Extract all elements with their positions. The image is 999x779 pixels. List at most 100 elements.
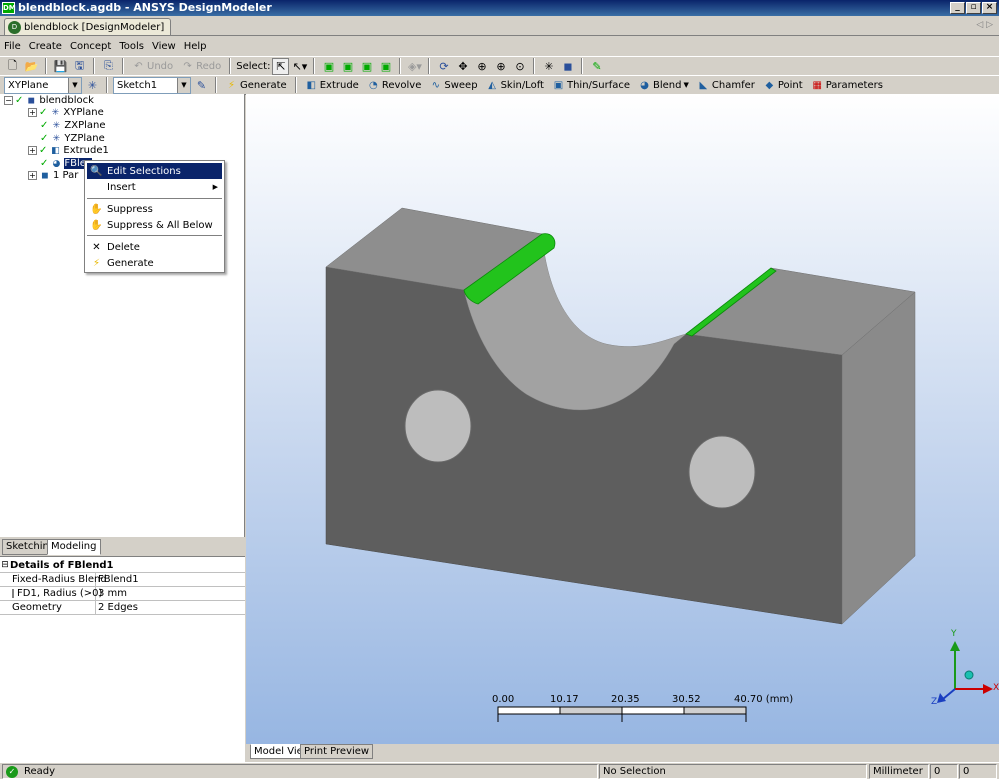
thin-surface-icon: ▣ bbox=[553, 79, 564, 91]
hand-icon: ✋ bbox=[90, 219, 103, 231]
pan-icon[interactable]: ✥ bbox=[454, 58, 471, 75]
parameters-label: Parameters bbox=[825, 79, 883, 91]
status-text: Ready bbox=[24, 766, 56, 777]
details-key: Geometry bbox=[0, 601, 96, 614]
body-filter-icon[interactable]: ▣ bbox=[377, 58, 394, 75]
export-icon[interactable]: ⎘ bbox=[100, 58, 117, 75]
menu-file[interactable]: File bbox=[4, 41, 21, 52]
menu-tools[interactable]: Tools bbox=[119, 41, 144, 52]
extend-selection-icon[interactable]: ◈▾ bbox=[406, 58, 423, 75]
check-icon: ✓ bbox=[39, 145, 48, 156]
point-button[interactable]: ◆ Point bbox=[760, 77, 806, 94]
expand-icon[interactable]: + bbox=[28, 146, 37, 155]
zoom-icon[interactable]: ⊕ bbox=[473, 58, 490, 75]
document-tab[interactable]: D blendblock [DesignModeler] bbox=[4, 18, 172, 35]
menu-item-suppress-all-below[interactable]: ✋ Suppress & All Below bbox=[87, 217, 222, 233]
point-icon: ◆ bbox=[765, 79, 774, 91]
menu-item-suppress[interactable]: ✋ Suppress bbox=[87, 201, 222, 217]
open-folder-icon[interactable]: 📂 bbox=[23, 58, 40, 75]
sweep-icon: ∿ bbox=[431, 79, 441, 91]
units-indicator[interactable]: Millimeter bbox=[869, 764, 929, 779]
hole-left[interactable] bbox=[404, 389, 472, 463]
menu-item-label: Insert bbox=[107, 181, 136, 193]
window-title: blendblock.agdb - ANSYS DesignModeler bbox=[18, 1, 272, 14]
thin-surface-button[interactable]: ▣ Thin/Surface bbox=[549, 77, 633, 94]
sketch-select[interactable]: Sketch1 ▼ bbox=[113, 76, 191, 94]
collapse-icon[interactable]: − bbox=[4, 96, 13, 105]
redo-button[interactable]: ↷ Redo bbox=[178, 58, 224, 75]
menu-item-generate[interactable]: ⚡ Generate bbox=[87, 255, 222, 271]
expand-icon[interactable]: + bbox=[28, 108, 37, 117]
select-filter-dropdown-icon[interactable]: ↖▾ bbox=[291, 58, 308, 75]
graphics-viewport[interactable]: 0.00 10.17 20.35 30.52 40.70 (mm) Y X Z bbox=[246, 94, 999, 744]
tree-item-xyplane[interactable]: + ✓ ✳ XYPlane bbox=[28, 106, 104, 119]
details-value[interactable]: 3 mm bbox=[96, 587, 127, 600]
details-row[interactable]: Fixed-Radius Blend FBlend1 bbox=[0, 573, 245, 587]
axis-triad[interactable]: Y X Z bbox=[929, 629, 999, 709]
hole-right[interactable] bbox=[688, 435, 756, 509]
dm-doc-icon: D bbox=[8, 20, 21, 34]
select-label: Select: bbox=[236, 60, 271, 72]
chevron-down-icon: ▼ bbox=[683, 81, 689, 89]
status-counter-a: 0 bbox=[930, 764, 958, 779]
face-filter-icon[interactable]: ▣ bbox=[358, 58, 375, 75]
generate-button[interactable]: ⚡ Generate bbox=[222, 77, 290, 94]
parameter-checkbox[interactable] bbox=[12, 589, 14, 598]
display-model-icon[interactable]: ◼ bbox=[559, 58, 576, 75]
extrude-button[interactable]: ◧ Extrude bbox=[302, 77, 362, 94]
minimize-button[interactable]: _ bbox=[950, 2, 965, 14]
parameters-button[interactable]: ▦ Parameters bbox=[808, 77, 886, 94]
details-value[interactable]: 2 Edges bbox=[96, 601, 138, 614]
menu-item-edit-selections[interactable]: 🔍 Edit Selections bbox=[87, 163, 222, 179]
scale-bar: 0.00 10.17 20.35 30.52 40.70 (mm) bbox=[492, 694, 812, 734]
tree-item-zxplane[interactable]: ✓ ✳ ZXPlane bbox=[40, 119, 106, 132]
chamfer-button[interactable]: ◣ Chamfer bbox=[694, 77, 758, 94]
plane-select[interactable]: XYPlane ▼ bbox=[4, 76, 82, 94]
close-button[interactable]: × bbox=[982, 2, 997, 14]
details-row[interactable]: Geometry 2 Edges bbox=[0, 601, 245, 615]
menu-view[interactable]: View bbox=[152, 41, 176, 52]
save-icon[interactable]: 💾 bbox=[52, 58, 69, 75]
skin-loft-button[interactable]: ◭ Skin/Loft bbox=[483, 77, 547, 94]
tree-item-extrude1[interactable]: + ✓ ◧ Extrude1 bbox=[28, 144, 109, 157]
tree-item-parts[interactable]: + ◼ 1 Par bbox=[28, 169, 78, 182]
tab-modeling[interactable]: Modeling bbox=[47, 539, 101, 555]
blend-button[interactable]: ◕ Blend ▼ bbox=[635, 77, 692, 94]
menu-separator bbox=[87, 198, 222, 200]
box-zoom-icon[interactable]: ⊕ bbox=[492, 58, 509, 75]
tab-print-preview[interactable]: Print Preview bbox=[300, 744, 374, 759]
scale-label: 40.70 (mm) bbox=[734, 694, 794, 705]
look-at-icon[interactable]: ✳ bbox=[540, 58, 557, 75]
point-filter-icon[interactable]: ▣ bbox=[320, 58, 337, 75]
chevron-down-icon: ▼ bbox=[68, 77, 81, 93]
submenu-arrow-icon: ▶ bbox=[212, 183, 218, 191]
new-sketch-icon[interactable]: ✎ bbox=[193, 77, 210, 94]
details-header: ⊟ Details of FBlend1 bbox=[0, 559, 245, 573]
menu-item-insert[interactable]: Insert ▶ bbox=[87, 179, 222, 195]
new-plane-icon[interactable]: ✳ bbox=[84, 77, 101, 94]
sweep-button[interactable]: ∿ Sweep bbox=[426, 77, 480, 94]
maximize-button[interactable]: ▫ bbox=[966, 2, 981, 14]
undo-button[interactable]: ↶ Undo bbox=[129, 58, 176, 75]
edge-filter-icon[interactable]: ▣ bbox=[339, 58, 356, 75]
zoom-to-fit-icon[interactable]: ⊙ bbox=[511, 58, 528, 75]
tree-item-label: YZPlane bbox=[64, 133, 105, 144]
menu-help[interactable]: Help bbox=[184, 41, 207, 52]
menu-item-delete[interactable]: ✕ Delete bbox=[87, 239, 222, 255]
revolve-button[interactable]: ◔ Revolve bbox=[364, 77, 425, 94]
status-message: ✓ Ready bbox=[2, 764, 598, 779]
expand-icon[interactable]: + bbox=[28, 171, 37, 180]
tab-scroll-arrows[interactable]: ◁ ▷ bbox=[976, 20, 993, 30]
details-value[interactable]: FBlend1 bbox=[96, 573, 139, 586]
collapse-icon[interactable]: ⊟ bbox=[0, 559, 10, 572]
model-icon: ◼ bbox=[27, 95, 36, 106]
rotate-icon[interactable]: ⟳ bbox=[435, 58, 452, 75]
help-icon[interactable]: ✎ bbox=[588, 58, 605, 75]
model-body[interactable] bbox=[246, 94, 999, 744]
menu-create[interactable]: Create bbox=[29, 41, 62, 52]
select-mode-icon[interactable]: ⇱ bbox=[272, 57, 290, 75]
menu-concept[interactable]: Concept bbox=[70, 41, 111, 52]
new-file-icon[interactable]: 🗋 bbox=[4, 58, 21, 75]
details-row[interactable]: FD1, Radius (>0) 3 mm bbox=[0, 587, 245, 601]
save-as-icon[interactable]: 🖫 bbox=[71, 58, 88, 75]
